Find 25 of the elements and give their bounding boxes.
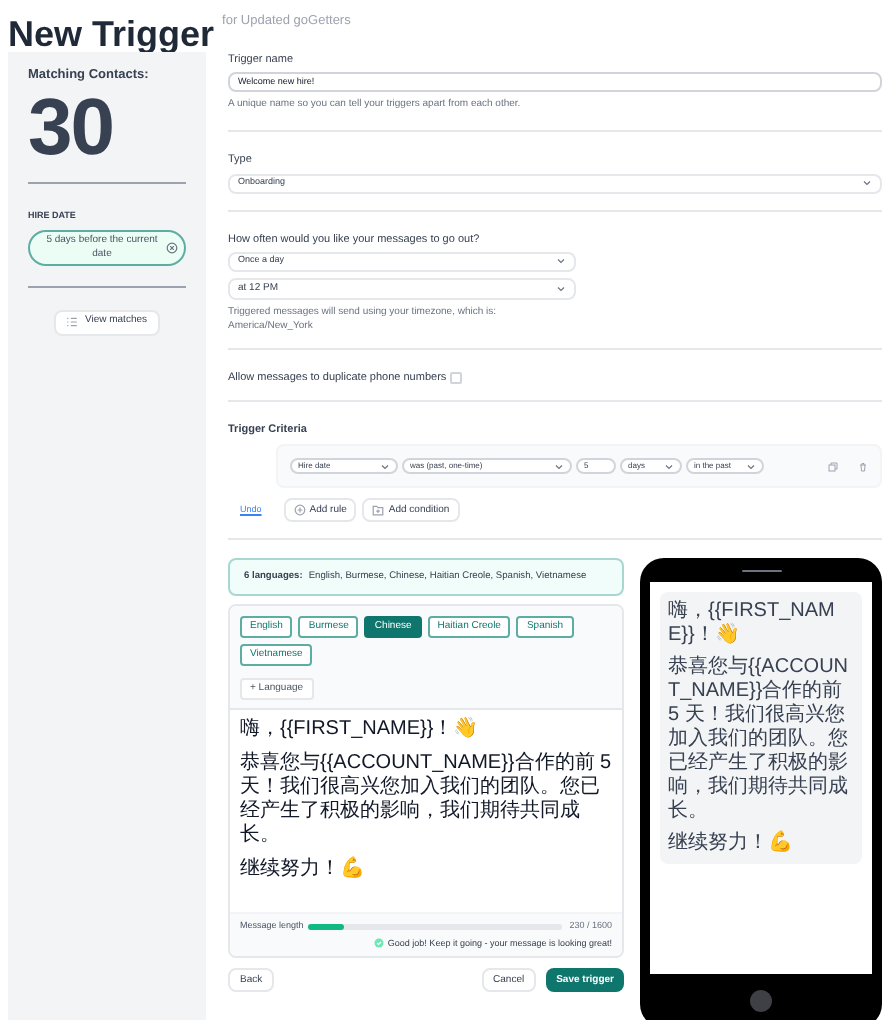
chevron-down-icon (664, 461, 674, 472)
chevron-down-icon (556, 256, 566, 267)
message-paragraph: 恭喜您与{{ACCOUNT_NAME}}合作的前 5 天！我们很高兴您加入我们的团队。您已经产生了积极的影响，我们期待共同成长。 (668, 656, 851, 825)
chevron-down-icon (380, 461, 390, 472)
home-button[interactable] (750, 990, 772, 1013)
clear-icon (166, 241, 178, 253)
message-paragraph: 嗨，{{FIRST_NAME}}！👋 (240, 718, 480, 743)
message-field[interactable]: 嗨，{{FIRST_NAME}}！👋 恭喜您与{{ACCOUNT_NAME}}合作的前 5 天！我们很高兴您加入我们的团队。您已经产生了积极的影响，我们期待共同成长。 继续努力！💪 (230, 710, 622, 912)
plus-circle-icon (293, 504, 306, 517)
message-paragraph: 恭喜您与{{ACCOUNT_NAME}}合作的前 5 天！我们很高兴您加入我们的团队。您已经产生了积极的影响，我们期待共同成长。 (240, 752, 612, 849)
check-circle-icon (373, 938, 384, 949)
chevron-down-icon (556, 283, 566, 294)
chevron-down-icon (862, 178, 872, 188)
page-title: New Trigger (8, 16, 215, 52)
folder-plus-icon (372, 504, 385, 517)
chevron-down-icon (554, 461, 564, 472)
trash-icon (858, 461, 868, 472)
message-paragraph: 继续努力！💪 (240, 858, 366, 883)
matching-count: 30 (28, 87, 115, 168)
message-paragraph: 嗨，{{FIRST_NAME}}！👋 (668, 600, 837, 649)
list-icon (66, 316, 79, 328)
copy-icon (828, 461, 838, 472)
chevron-down-icon (746, 461, 756, 472)
message-paragraph: 继续努力！💪 (668, 832, 794, 857)
checkbox[interactable] (450, 371, 463, 384)
